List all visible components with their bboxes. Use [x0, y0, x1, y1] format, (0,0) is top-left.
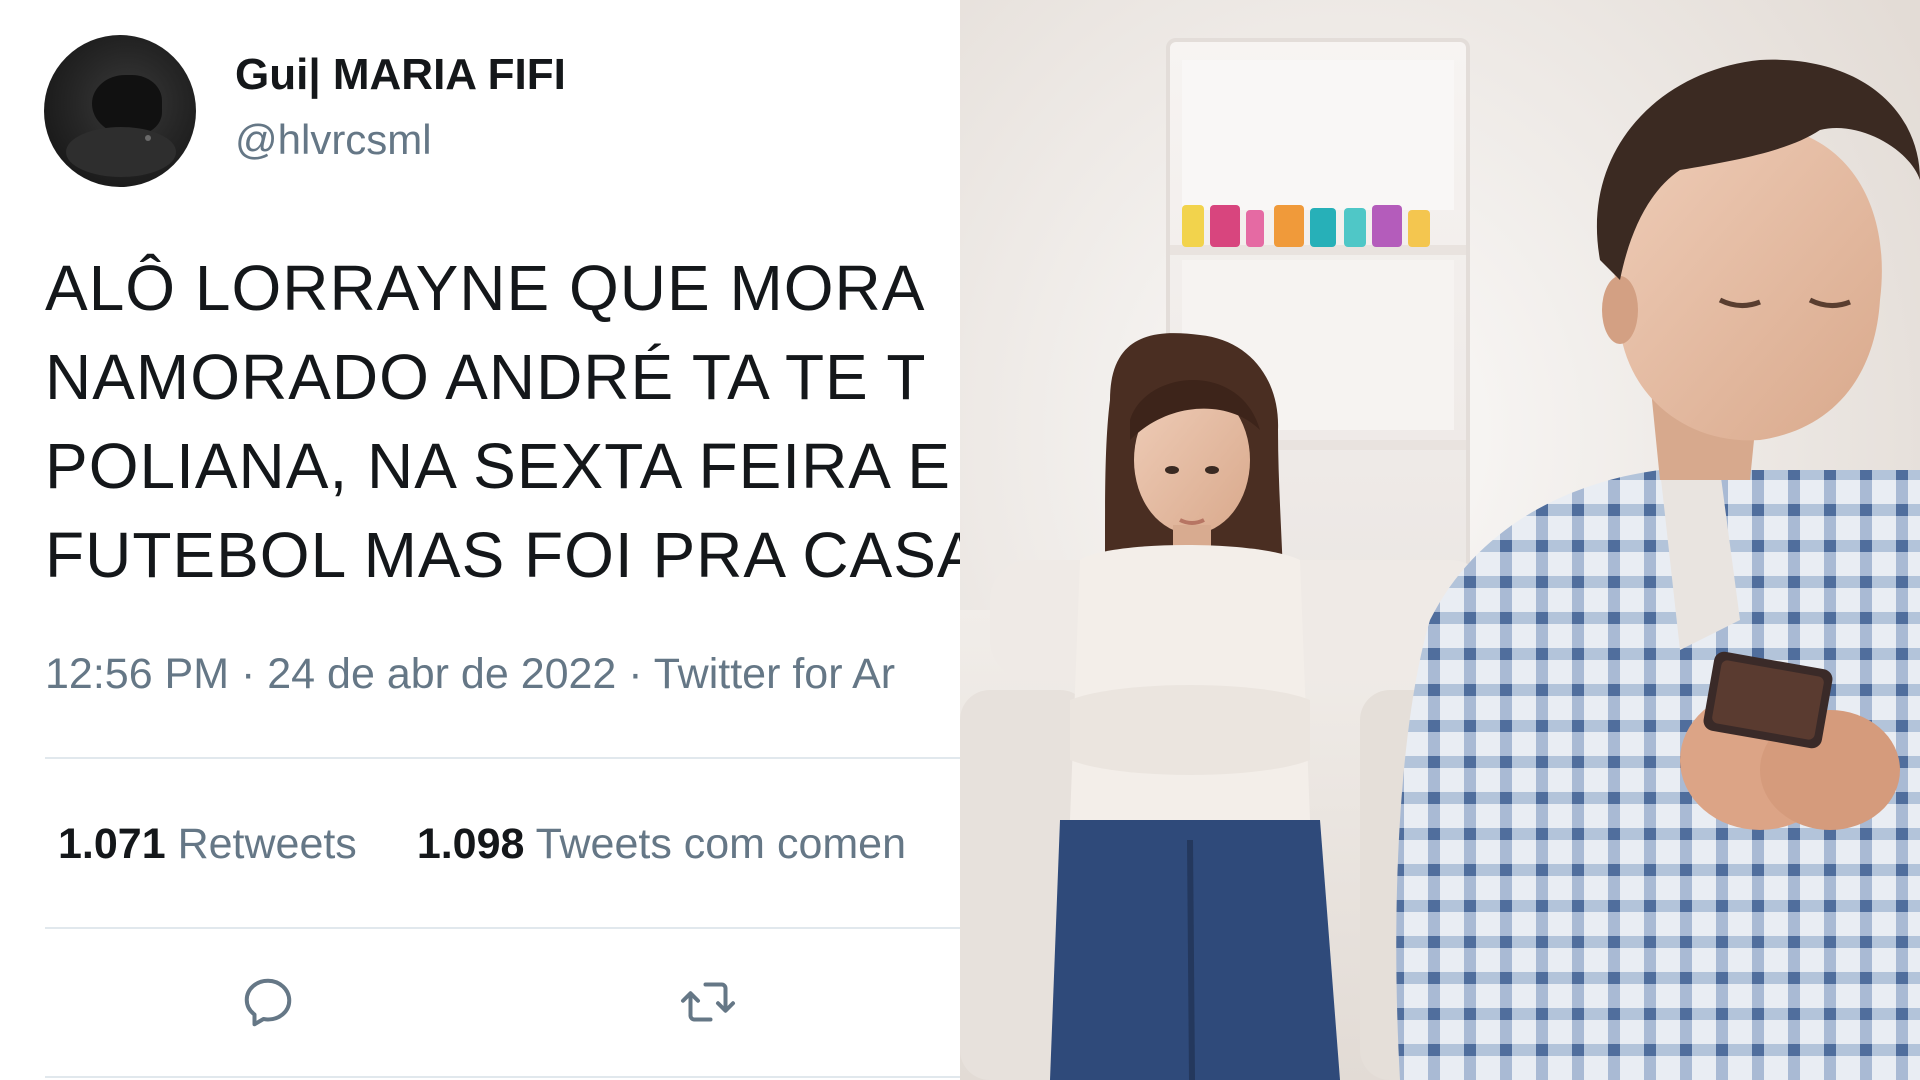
- divider: [45, 757, 960, 759]
- photo-illustration: [960, 0, 1920, 1080]
- reply-icon[interactable]: [238, 972, 298, 1032]
- meme-image: Gui| MARIA FIFI @hlvrcsml ALÔ LORRAYNE Q…: [0, 0, 1920, 1080]
- quotes-stat[interactable]: 1.098 Tweets com comen: [417, 820, 906, 869]
- tweet-timestamp[interactable]: 12:56 PM · 24 de abr de 2022 · Twitter f…: [45, 650, 895, 699]
- display-name[interactable]: Gui| MARIA FIFI: [235, 50, 566, 100]
- retweets-label: Retweets: [177, 820, 357, 868]
- tweet-text-line: ALÔ LORRAYNE QUE MORA: [45, 252, 926, 324]
- couple-photo: [960, 0, 1920, 1080]
- tweet-text-line: NAMORADO ANDRÉ TA TE T: [45, 341, 927, 413]
- divider: [45, 927, 960, 929]
- tweet-card: Gui| MARIA FIFI @hlvrcsml ALÔ LORRAYNE Q…: [0, 0, 960, 1080]
- quotes-label: Tweets com comen: [535, 820, 907, 868]
- tweet-text-line: FUTEBOL MAS FOI PRA CASA: [45, 519, 960, 591]
- tweet-text: ALÔ LORRAYNE QUE MORA NAMORADO ANDRÉ TA …: [45, 244, 960, 600]
- retweets-count: 1.071: [58, 820, 166, 868]
- avatar[interactable]: [44, 35, 196, 187]
- tweet-stats: 1.071 Retweets 1.098 Tweets com comen: [58, 820, 906, 869]
- divider: [45, 1076, 960, 1078]
- quotes-count: 1.098: [416, 820, 525, 868]
- retweet-icon[interactable]: [678, 972, 738, 1032]
- tweet-text-line: POLIANA, NA SEXTA FEIRA E: [45, 430, 951, 502]
- retweets-stat[interactable]: 1.071 Retweets: [58, 820, 357, 869]
- user-handle[interactable]: @hlvrcsml: [235, 116, 432, 164]
- avatar-shape: [66, 127, 176, 177]
- avatar-detail: [145, 135, 151, 141]
- avatar-shape: [92, 75, 162, 135]
